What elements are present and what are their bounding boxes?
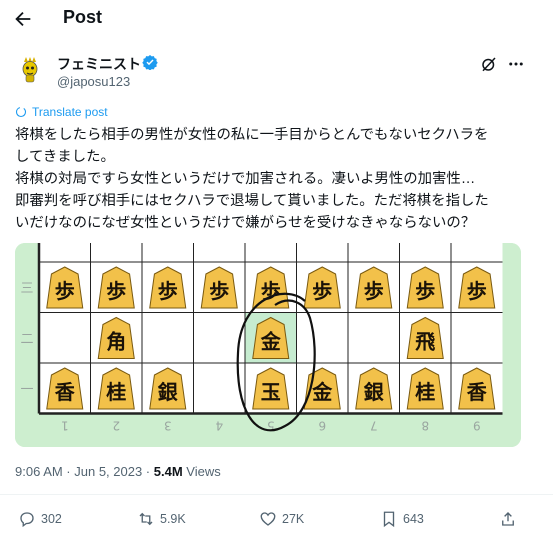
shogi-piece-label: 歩 bbox=[106, 279, 126, 303]
bookmark-count: 643 bbox=[403, 512, 424, 526]
shogi-piece-label: 歩 bbox=[467, 279, 487, 303]
share-button[interactable] bbox=[499, 510, 517, 528]
like-count: 27K bbox=[282, 512, 305, 526]
bookmark-icon bbox=[383, 511, 395, 528]
post-body: 将棋をしたら相手の男性が女性の私に一手目からとんでもないセクハラを してきました… bbox=[15, 124, 540, 234]
shogi-piece-label: 金 bbox=[260, 330, 282, 354]
grok-icon[interactable] bbox=[480, 55, 498, 73]
post-timestamp[interactable]: 9:06 AM · Jun 5, 2023 · bbox=[15, 464, 154, 479]
reply-count: 302 bbox=[41, 512, 62, 526]
author-name[interactable]: フェミニスト bbox=[57, 54, 141, 74]
shogi-piece-label: 桂 bbox=[105, 380, 126, 404]
author-handle[interactable]: @japosu123 bbox=[57, 74, 130, 89]
translate-icon bbox=[15, 106, 27, 118]
shogi-piece-label: 香 bbox=[467, 380, 488, 404]
shogi-piece-label: 玉 bbox=[261, 380, 281, 404]
page-title: Post bbox=[63, 7, 103, 27]
shogi-piece-label: 歩 bbox=[364, 279, 384, 303]
shogi-piece-label: 歩 bbox=[312, 279, 332, 303]
heart-icon bbox=[260, 512, 276, 526]
shogi-piece-label: 香 bbox=[55, 380, 76, 404]
translate-label: Translate post bbox=[32, 105, 108, 119]
file-label: 8 bbox=[421, 419, 429, 433]
like-button[interactable]: 27K bbox=[259, 510, 304, 528]
file-label: 4 bbox=[215, 419, 223, 433]
shogi-piece-label: 角 bbox=[106, 330, 126, 354]
rank-label: 三 bbox=[20, 281, 33, 296]
post-line: 即審判を呼び相手にはセクハラで退場して貰いました。ただ将棋を指した bbox=[15, 193, 489, 209]
repost-icon bbox=[139, 512, 153, 526]
reply-icon bbox=[20, 512, 34, 528]
shogi-piece-label: 桂 bbox=[414, 380, 435, 404]
rank-label: 二 bbox=[20, 332, 33, 347]
translate-post-link[interactable]: Translate post bbox=[15, 105, 108, 119]
share-icon bbox=[502, 512, 514, 526]
bookmark-button[interactable]: 643 bbox=[380, 510, 424, 528]
repost-button[interactable]: 5.9K bbox=[137, 510, 186, 528]
views-label: Views bbox=[182, 464, 221, 479]
file-label: 2 bbox=[112, 419, 120, 433]
views-count: 5.4M bbox=[153, 464, 183, 479]
action-bar: 302 5.9K 27K 643 bbox=[0, 504, 553, 536]
more-options-icon[interactable] bbox=[507, 55, 525, 73]
shogi-board: 三二一1 2 3 4 5 6 7 8 9歩歩歩歩歩歩歩歩歩角金飛香桂銀玉金銀桂香 bbox=[15, 243, 521, 447]
file-label: 7 bbox=[370, 419, 378, 433]
shogi-piece-label: 飛 bbox=[415, 330, 435, 354]
avatar[interactable] bbox=[15, 54, 45, 84]
file-label: 1 bbox=[61, 419, 69, 433]
shogi-piece-label: 歩 bbox=[158, 279, 178, 303]
shogi-piece-label: 歩 bbox=[55, 279, 75, 303]
post-image[interactable]: 三二一123456789歩歩歩歩歩歩歩歩歩角金飛香桂銀玉金銀桂香 bbox=[15, 243, 521, 447]
post-line: 将棋をしたら相手の男性が女性の私に一手目からとんでもないセクハラを bbox=[15, 127, 489, 143]
shogi-piece-label: 歩 bbox=[209, 279, 229, 303]
file-label: 6 bbox=[318, 419, 326, 433]
shogi-piece-label: 銀 bbox=[364, 380, 384, 404]
post-line: いだけなのになぜ女性というだけで嫌がらせを受けなきゃならないの？ bbox=[15, 215, 476, 231]
file-label: 3 bbox=[164, 419, 172, 433]
shogi-piece-label: 歩 bbox=[415, 279, 435, 303]
back-arrow-icon[interactable] bbox=[12, 8, 34, 30]
post-line: 将棋の対局ですら女性というだけで加害される。凄いよ男性の加害性… bbox=[15, 171, 476, 187]
file-label: 9 bbox=[473, 419, 481, 433]
top-bar: Post bbox=[0, 0, 553, 40]
shogi-piece-label: 銀 bbox=[158, 380, 178, 404]
repost-count: 5.9K bbox=[160, 512, 186, 526]
shogi-piece-label: 金 bbox=[311, 380, 333, 404]
verified-badge-icon bbox=[142, 55, 158, 70]
divider bbox=[0, 494, 553, 495]
rank-label: 一 bbox=[20, 382, 33, 397]
reply-button[interactable]: 302 bbox=[18, 510, 62, 528]
post-line: してきました。 bbox=[15, 149, 115, 165]
post-meta: 9:06 AM · Jun 5, 2023 · 5.4M Views bbox=[15, 464, 221, 479]
